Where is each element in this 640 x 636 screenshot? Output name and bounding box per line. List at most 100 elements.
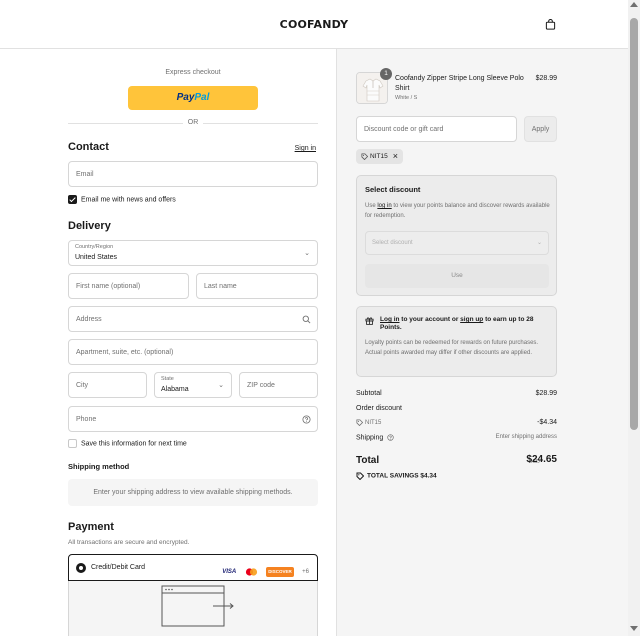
- loyalty-note: Loyalty points can be redeemed for rewar…: [365, 340, 539, 356]
- order-discount-row: Order discount: [356, 405, 557, 412]
- product-variant: White / S: [395, 95, 418, 101]
- paypal-wordmark-pay: Pay: [176, 92, 195, 103]
- apartment-placeholder: Apartment, suite, etc. (optional): [76, 349, 174, 356]
- address-placeholder: Address: [76, 316, 102, 323]
- newsletter-label: Email me with news and offers: [81, 196, 176, 204]
- last-name-field[interactable]: Last name: [196, 273, 318, 299]
- discount-select-placeholder: Select discount: [372, 240, 413, 246]
- remove-discount-icon[interactable]: ×: [393, 151, 398, 161]
- newsletter-checkbox[interactable]: [68, 195, 77, 204]
- chevron-down-icon: ⌄: [218, 382, 224, 389]
- shipping-row: Shipping Enter shipping address: [356, 434, 557, 441]
- contact-title: Contact: [68, 141, 109, 153]
- loyalty-signup-link[interactable]: sign up: [460, 316, 483, 323]
- card-redirect-panel: [68, 581, 318, 636]
- chevron-down-icon: ⌄: [304, 250, 310, 257]
- help-icon[interactable]: [387, 434, 394, 441]
- scroll-down-icon[interactable]: [630, 626, 638, 631]
- city-field[interactable]: City: [68, 372, 147, 398]
- first-name-placeholder: First name (optional): [76, 283, 141, 290]
- quantity-badge: 1: [380, 68, 392, 80]
- product-name: Coofandy Zipper Stripe Long Sleeve Polo …: [395, 75, 524, 92]
- email-field[interactable]: Email: [68, 161, 318, 187]
- page-scrollbar[interactable]: [628, 0, 640, 636]
- state-label: State: [161, 376, 174, 382]
- select-discount-title: Select discount: [365, 185, 421, 194]
- payment-title: Payment: [68, 521, 114, 533]
- tag-icon: [356, 472, 365, 481]
- or-label: OR: [183, 119, 203, 126]
- credit-card-radio[interactable]: [76, 563, 86, 573]
- select-discount-panel: Select discount Use log in to view your …: [356, 175, 557, 296]
- loyalty-heading: Log in to your account or sign up to ear…: [380, 316, 534, 331]
- card-brands: VISA DISCOVER +6: [218, 563, 309, 577]
- product-price: $28.99: [535, 75, 557, 82]
- loyalty-login-link[interactable]: Log in: [380, 316, 400, 323]
- total-value: $24.65: [526, 454, 557, 465]
- use-discount-button[interactable]: Use: [365, 264, 549, 288]
- city-placeholder: City: [76, 382, 89, 389]
- phone-field[interactable]: Phone: [68, 406, 318, 432]
- sign-in-link[interactable]: Sign in: [295, 145, 316, 152]
- scroll-up-icon[interactable]: [630, 2, 638, 7]
- save-info-checkbox[interactable]: [68, 439, 77, 448]
- subtotal-label: Subtotal: [356, 390, 382, 397]
- loyalty-panel: Log in to your account or sign up to ear…: [356, 306, 557, 377]
- credit-card-option[interactable]: Credit/Debit Card VISA DISCOVER +6: [68, 554, 318, 581]
- credit-card-label: Credit/Debit Card: [91, 564, 146, 571]
- total-savings-value: $4.34: [420, 472, 437, 480]
- shipping-value: Enter shipping address: [495, 434, 557, 440]
- discover-icon: DISCOVER: [266, 566, 294, 577]
- zip-placeholder: ZIP code: [247, 382, 275, 389]
- search-icon: [302, 315, 311, 324]
- order-discount-label: Order discount: [356, 405, 402, 412]
- shipping-method-title: Shipping method: [68, 462, 130, 471]
- state-select[interactable]: State Alabama ⌄: [154, 372, 232, 398]
- address-field[interactable]: Address: [68, 306, 318, 332]
- zip-field[interactable]: ZIP code: [239, 372, 318, 398]
- tag-icon: [361, 153, 369, 160]
- select-discount-text: Use log in to view your points balance a…: [365, 203, 550, 219]
- checkout-header: COOFANDY: [0, 0, 628, 49]
- save-info-checkbox-row[interactable]: Save this information for next time: [68, 439, 187, 448]
- country-label: Country/Region: [75, 244, 114, 250]
- applied-discount-code: NIT15: [370, 153, 388, 160]
- discount-value: -$4.34: [537, 419, 557, 426]
- discount-select[interactable]: Select discount ⌄: [365, 231, 549, 255]
- scrollbar-thumb[interactable]: [630, 18, 638, 430]
- country-select[interactable]: Country/Region United States ⌄: [68, 240, 318, 266]
- mastercard-icon: [245, 568, 257, 576]
- state-value: Alabama: [161, 386, 189, 393]
- help-icon[interactable]: [302, 415, 311, 424]
- login-link[interactable]: log in: [377, 203, 391, 209]
- shipping-label: Shipping: [356, 434, 384, 442]
- total-label: Total: [356, 455, 380, 466]
- total-savings: TOTAL SAVINGS $4.34: [356, 472, 437, 481]
- apply-discount-button[interactable]: Apply: [524, 116, 557, 142]
- tag-icon: [356, 419, 364, 427]
- discount-placeholder: Discount code or gift card: [364, 126, 444, 133]
- delivery-title: Delivery: [68, 220, 111, 232]
- browser-redirect-icon: [161, 585, 234, 627]
- apartment-field[interactable]: Apartment, suite, etc. (optional): [68, 339, 318, 365]
- payment-subtitle: All transactions are secure and encrypte…: [68, 539, 190, 546]
- first-name-field[interactable]: First name (optional): [68, 273, 189, 299]
- express-checkout-label: Express checkout: [165, 69, 221, 76]
- total-savings-label: TOTAL SAVINGS: [367, 472, 419, 480]
- visa-icon: VISA: [222, 568, 237, 575]
- chevron-down-icon: ⌄: [536, 240, 542, 246]
- discount-code-input[interactable]: Discount code or gift card: [356, 116, 517, 142]
- more-cards-badge: +6: [302, 568, 309, 575]
- shopping-bag-icon[interactable]: [545, 19, 556, 30]
- checkout-form: Express checkout PayPal OR Contact Sign …: [0, 49, 337, 636]
- subtotal-row: Subtotal $28.99: [356, 390, 557, 397]
- last-name-placeholder: Last name: [204, 283, 237, 290]
- gift-icon: [365, 317, 374, 325]
- subtotal-value: $28.99: [535, 390, 557, 397]
- brand-logo[interactable]: COOFANDY: [0, 18, 628, 31]
- paypal-button[interactable]: PayPal: [128, 86, 258, 110]
- newsletter-checkbox-row[interactable]: Email me with news and offers: [68, 195, 176, 204]
- shipping-method-notice: Enter your shipping address to view avai…: [68, 479, 318, 506]
- email-placeholder: Email: [76, 171, 94, 178]
- order-summary: 1 Coofandy Zipper Stripe Long Sleeve Pol…: [337, 49, 628, 636]
